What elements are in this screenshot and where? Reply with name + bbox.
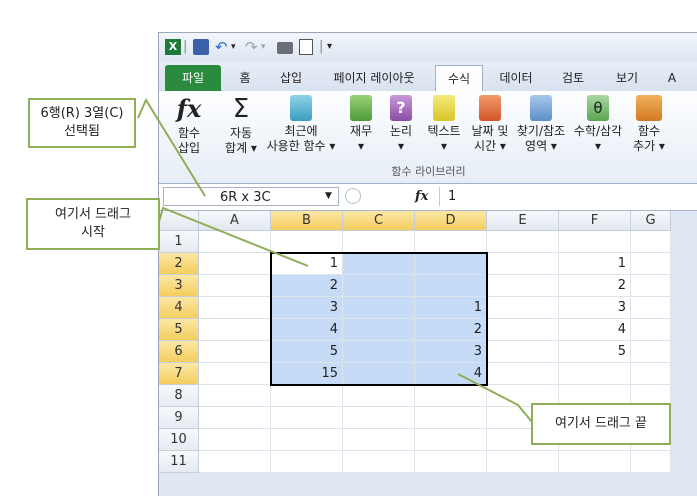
drag-start-callout-line (157, 206, 309, 267)
drag-start-callout: 여기서 드래그 시작 (26, 198, 160, 250)
drag-end-callout-line (457, 373, 533, 423)
drag-end-callout: 여기서 드래그 끝 (531, 403, 671, 445)
selection-callout-line (137, 97, 206, 197)
selection-callout: 6행(R) 3열(C) 선택됨 (28, 98, 136, 148)
